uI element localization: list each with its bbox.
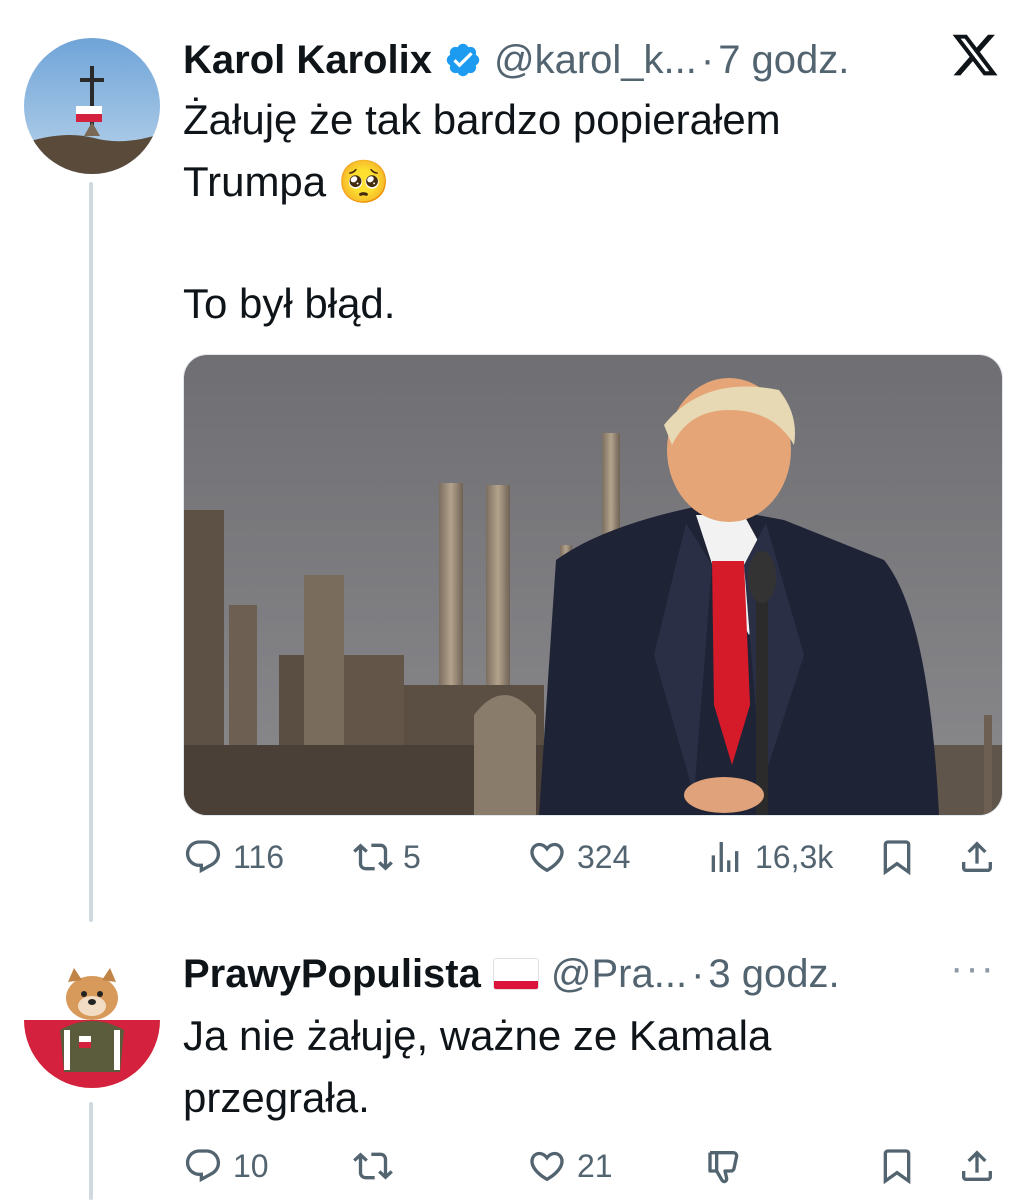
- views-count: 16,3k: [755, 838, 834, 875]
- share-button[interactable]: [957, 837, 997, 877]
- like-button[interactable]: 21: [527, 1146, 613, 1186]
- repost-icon: [353, 843, 393, 871]
- tweet-actions: 116 5 324 16,3k: [183, 837, 1001, 887]
- tweet-text-line: Ja nie żałuję, ważne ze Kamala: [183, 1012, 772, 1059]
- thread-line-top: [89, 182, 93, 922]
- bookmark-button[interactable]: [877, 1146, 917, 1186]
- views-icon: [711, 842, 739, 872]
- dislike-button[interactable]: [705, 1146, 745, 1186]
- reply-count: 116: [233, 838, 285, 875]
- reply-icon: [185, 840, 221, 874]
- author-handle[interactable]: @karol_k...: [494, 36, 697, 84]
- tweet-text-line: To był błąd.: [183, 280, 396, 327]
- reply-icon: [185, 1149, 221, 1183]
- avatar[interactable]: [24, 952, 160, 1088]
- views-button[interactable]: 16,3k: [705, 837, 833, 877]
- share-button[interactable]: [957, 1146, 997, 1186]
- tweet-header: PrawyPopulista @Pra... · 3 godz.: [183, 950, 840, 998]
- poland-flag-icon: [492, 958, 539, 990]
- like-button[interactable]: 324: [527, 837, 630, 877]
- thread-line-bottom: [89, 1102, 93, 1200]
- avatar[interactable]: [24, 38, 160, 174]
- tweet-text-line: przegrała.: [183, 1074, 370, 1121]
- dot-separator: ·: [691, 952, 705, 996]
- like-count: 21: [577, 1147, 613, 1184]
- verified-badge-icon: [446, 43, 480, 77]
- bookmark-button[interactable]: [877, 837, 917, 877]
- heart-icon: [530, 1151, 564, 1182]
- tweet-media-image[interactable]: [183, 354, 1003, 816]
- share-icon: [962, 841, 992, 872]
- repost-button[interactable]: 5: [353, 837, 421, 877]
- tweet-text-line: Żałuję że tak bardzo popierałem: [183, 96, 781, 143]
- like-count: 324: [577, 838, 631, 875]
- author-handle[interactable]: @Pra...: [551, 950, 687, 998]
- repost-button[interactable]: [353, 1146, 393, 1186]
- share-icon: [962, 1150, 992, 1181]
- dot-separator: ·: [700, 38, 715, 82]
- author-name[interactable]: Karol Karolix: [183, 36, 432, 84]
- timestamp[interactable]: 3 godz.: [708, 950, 839, 998]
- reply-count: 10: [233, 1147, 269, 1184]
- timestamp[interactable]: 7 godz.: [718, 36, 849, 84]
- heart-icon: [530, 842, 564, 873]
- bookmark-icon: [883, 840, 911, 876]
- reply-button[interactable]: 10: [183, 1146, 269, 1186]
- tweet-text-line: Trumpa 🥺: [183, 158, 391, 205]
- author-name[interactable]: PrawyPopulista: [183, 950, 481, 998]
- repost-count: 5: [403, 838, 421, 875]
- tweet-actions: 10 21: [183, 1146, 1001, 1196]
- repost-icon: [353, 1152, 393, 1180]
- tweet-header: Karol Karolix @karol_k... · 7 godz.: [183, 36, 849, 84]
- thumbs-down-icon: [708, 1151, 739, 1184]
- reply-button[interactable]: 116: [183, 837, 284, 877]
- bookmark-icon: [883, 1149, 911, 1185]
- more-options-icon[interactable]: ···: [950, 948, 996, 988]
- x-logo-icon[interactable]: [950, 30, 1000, 80]
